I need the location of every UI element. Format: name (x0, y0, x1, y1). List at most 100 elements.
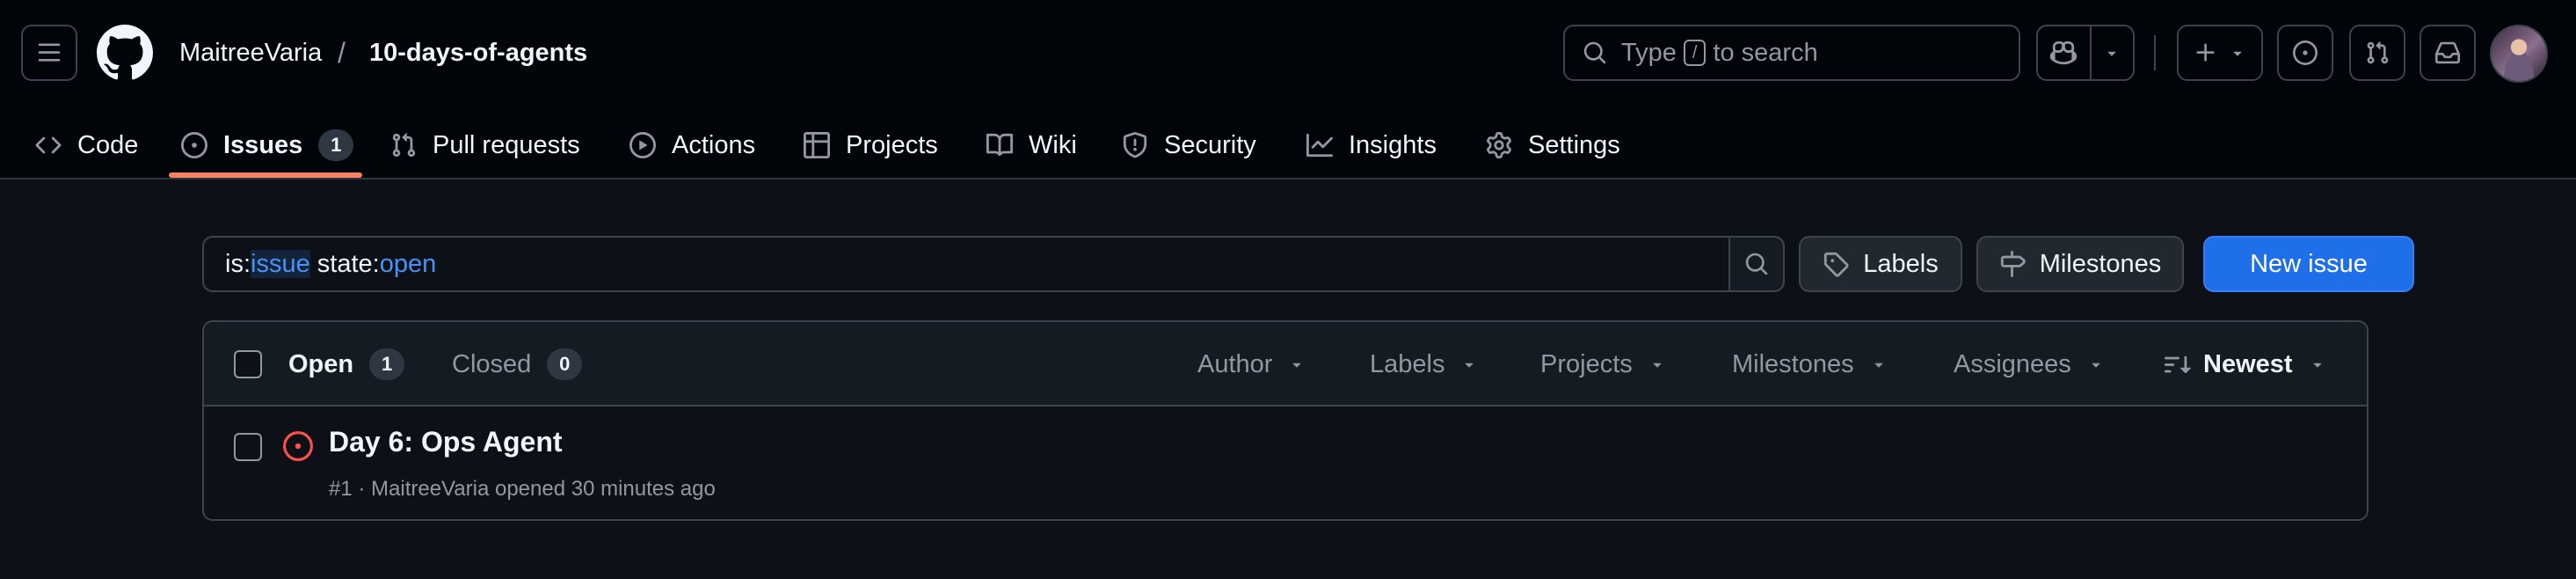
github-logo-icon[interactable] (97, 25, 153, 81)
milestones-filter-dropdown[interactable]: Milestones (1732, 322, 1888, 407)
play-icon (629, 132, 656, 158)
projects-filter-label: Projects (1540, 349, 1633, 378)
create-new-button[interactable] (2177, 25, 2263, 81)
labels-button[interactable]: Labels (1799, 236, 1962, 292)
tab-security-label: Security (1164, 130, 1256, 159)
author-filter-label: Author (1197, 349, 1273, 378)
inbox-icon (2435, 41, 2460, 64)
filter-qualifier-is: is: (225, 249, 251, 278)
filter-value-open: open (379, 249, 437, 278)
tab-wiki[interactable]: Wiki (986, 111, 1077, 180)
repo-navigation: Code Issues 1 Pull requests Actions Proj… (0, 111, 2576, 180)
breadcrumb-owner-link[interactable]: MaitreeVaria (179, 33, 322, 72)
tab-security[interactable]: Security (1122, 111, 1256, 180)
table-icon (804, 132, 830, 158)
search-placeholder-suffix: to search (1713, 38, 1818, 67)
assignees-filter-dropdown[interactable]: Assignees (1954, 322, 2105, 407)
issues-list: Open 1 Closed 0 Author Labels Projects M… (202, 320, 2369, 521)
tab-insights-label: Insights (1349, 130, 1437, 159)
sort-desc-icon (2165, 355, 2191, 374)
filter-search-button[interactable] (1728, 236, 1785, 292)
open-issues-label: Open (288, 349, 354, 378)
triangle-down-icon (1292, 363, 1302, 368)
tab-settings[interactable]: Settings (1486, 111, 1620, 180)
tab-insights[interactable]: Insights (1306, 111, 1437, 180)
triangle-down-icon (1874, 363, 1883, 368)
issue-meta: #1 · MaitreeVaria opened 30 minutes ago (329, 477, 716, 501)
open-issues-count: 1 (369, 348, 405, 380)
closed-issues-tab[interactable]: Closed 0 (452, 322, 583, 407)
graph-icon (1306, 133, 1333, 158)
filter-value-issue: issue (251, 249, 310, 278)
filter-qualifier-state: state: (309, 249, 380, 278)
sort-dropdown[interactable]: Newest (2165, 322, 2326, 407)
author-filter-dropdown[interactable]: Author (1197, 322, 1306, 407)
copilot-menu-button[interactable] (2092, 26, 2133, 79)
user-avatar[interactable] (2490, 25, 2548, 83)
triangle-down-icon (2312, 363, 2322, 368)
filter-query: is:issue state:open (204, 249, 437, 279)
hamburger-icon (38, 43, 61, 62)
copilot-button-group (2036, 25, 2135, 81)
issue-opened-icon (2293, 40, 2318, 65)
code-icon (35, 136, 62, 154)
search-icon (1745, 253, 1768, 275)
triangle-down-icon (2092, 363, 2100, 368)
new-issue-button-label: New issue (2250, 249, 2368, 278)
plus-icon (2196, 43, 2215, 62)
tag-icon (1824, 252, 1849, 277)
tab-issues[interactable]: Issues 1 (181, 111, 354, 180)
breadcrumb-repo-link[interactable]: 10-days-of-agents (369, 33, 587, 72)
breadcrumb-separator: / (338, 37, 346, 69)
tab-code[interactable]: Code (35, 111, 138, 180)
milestones-filter-label: Milestones (1732, 349, 1854, 378)
triangle-down-icon (1653, 363, 1662, 368)
gear-icon (1487, 132, 1511, 158)
projects-filter-dropdown[interactable]: Projects (1540, 322, 1666, 407)
issues-list-header: Open 1 Closed 0 Author Labels Projects M… (204, 322, 2367, 407)
open-global-navigation-button[interactable] (21, 25, 77, 81)
sort-label: Newest (2203, 349, 2293, 378)
select-all-checkbox[interactable] (234, 350, 262, 378)
open-issues-tab[interactable]: Open 1 (288, 322, 405, 407)
issues-count-badge: 1 (318, 129, 354, 161)
milestones-button-label: Milestones (2039, 249, 2162, 278)
tab-actions[interactable]: Actions (629, 111, 755, 180)
tab-pull-requests-label: Pull requests (433, 130, 580, 159)
global-header: MaitreeVaria / 10-days-of-agents Type / … (0, 0, 2576, 180)
issue-opened-icon (181, 132, 207, 158)
git-pull-request-icon (392, 133, 416, 158)
global-search-input[interactable]: Type / to search (1563, 25, 2020, 81)
new-issue-button[interactable]: New issue (2203, 236, 2414, 292)
tab-actions-label: Actions (672, 130, 756, 159)
search-shortcut-key: / (1683, 40, 1706, 66)
milestone-icon (2000, 251, 2026, 277)
git-pull-request-icon (2367, 41, 2389, 64)
issue-title-link[interactable]: Day 6: Ops Agent (329, 426, 563, 458)
your-issues-button[interactable] (2277, 25, 2333, 81)
search-icon (1583, 41, 1606, 64)
issues-filter-input[interactable]: is:issue state:open (202, 236, 1785, 292)
labels-button-label: Labels (1863, 249, 1939, 278)
tab-settings-label: Settings (1528, 130, 1620, 159)
book-icon (986, 133, 1013, 157)
triangle-down-icon (2233, 51, 2242, 56)
your-pull-requests-button[interactable] (2349, 25, 2405, 81)
issue-opened-icon (283, 431, 313, 461)
closed-issues-count: 0 (547, 348, 583, 380)
copilot-icon (2050, 40, 2078, 65)
tab-projects-label: Projects (846, 130, 938, 159)
tab-pull-requests[interactable]: Pull requests (390, 111, 580, 180)
issue-row-checkbox[interactable] (234, 433, 262, 461)
issue-row[interactable]: Day 6: Ops Agent #1 · MaitreeVaria opene… (204, 407, 2367, 519)
tab-projects[interactable]: Projects (804, 111, 938, 180)
milestones-button[interactable]: Milestones (1976, 236, 2184, 292)
triangle-down-icon (2107, 51, 2116, 56)
labels-filter-dropdown[interactable]: Labels (1370, 322, 1478, 407)
copilot-chat-button[interactable] (2038, 26, 2092, 79)
assignees-filter-label: Assignees (1954, 349, 2071, 378)
selected-tab-underline (169, 172, 362, 178)
notifications-inbox-button[interactable] (2420, 25, 2476, 81)
tab-code-label: Code (77, 130, 139, 159)
tab-issues-label: Issues (223, 130, 303, 159)
